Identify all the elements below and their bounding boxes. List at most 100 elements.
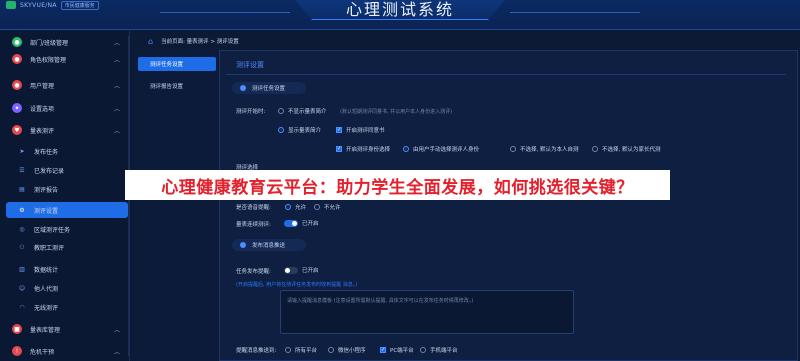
report-icon: ▤ bbox=[19, 185, 25, 193]
radio[interactable] bbox=[285, 204, 291, 210]
app-title: 心理测试系统 bbox=[345, 0, 454, 19]
sidebar-item-scale-lib[interactable]: ■ 量表库管理 ︿ bbox=[6, 321, 128, 337]
tab-task-settings[interactable]: 测评任务设置 bbox=[138, 57, 216, 71]
notify-label: 任务发布提醒: bbox=[236, 269, 271, 275]
channel-pc[interactable]: ✓ PC端平台 bbox=[380, 346, 414, 354]
sidebar-item-dept[interactable]: ● 部门/班级管理 ︿ bbox=[6, 34, 128, 50]
banner-text: 心理健康教育云平台：助力学生全面发展，如何挑选很关键？ bbox=[161, 177, 634, 198]
voice-label: 是否语音提醒: bbox=[236, 205, 271, 211]
logo: SKYVUE/NA 市民健康服务 bbox=[6, 0, 99, 10]
logo-badge: 市民健康服务 bbox=[60, 0, 99, 10]
person-icon: ☺ bbox=[18, 284, 26, 292]
toggle-label: 已开启 bbox=[302, 221, 319, 227]
group-title: 测评任务设置 bbox=[252, 86, 286, 92]
radio[interactable] bbox=[328, 347, 334, 353]
sidebar-subitem-report[interactable]: ▤ 测评报告 bbox=[6, 181, 128, 197]
radio[interactable] bbox=[403, 146, 409, 152]
sidebar-item-label: 他人代测 bbox=[34, 285, 59, 293]
option-label: 不允许 bbox=[324, 205, 341, 211]
identity-parent[interactable]: 不选择, 默认为家长代测 bbox=[592, 145, 661, 153]
sidebar-item-label: 教职工测评 bbox=[34, 244, 65, 252]
identity-self[interactable]: 不选择, 默认为本人自测 bbox=[510, 145, 579, 153]
breadcrumb: ⌂ 当前页面: 量表测评 > 测评设置 bbox=[138, 34, 792, 48]
group-notify: 发布消息推送 bbox=[232, 239, 306, 251]
staff-icon: ⚇ bbox=[19, 243, 25, 251]
option-label: 所有平台 bbox=[295, 348, 318, 354]
toggle-switch[interactable] bbox=[284, 219, 298, 227]
sidebar-item-users[interactable]: ● 用户管理 ︿ bbox=[6, 77, 128, 93]
group-task-settings: 测评任务设置 bbox=[232, 82, 306, 94]
consent-checkbox[interactable]: ✓ 开启测评同意书 bbox=[336, 126, 385, 134]
top-bar: SKYVUE/NA 市民健康服务 心理测试系统 bbox=[0, 0, 800, 30]
sidebar-subitem-staff[interactable]: ⚇ 教职工测评 bbox=[6, 239, 128, 255]
home-icon[interactable]: ⌂ bbox=[148, 37, 153, 46]
sidebar-subitem-records[interactable]: ☰ 已发布记录 bbox=[6, 162, 128, 178]
group-title: 发布消息推送 bbox=[252, 243, 286, 249]
sidebar-subitem-proxy[interactable]: ☺ 他人代测 bbox=[6, 280, 128, 296]
option-label: 微信小程序 bbox=[338, 348, 366, 354]
voice-allow[interactable]: 允许 bbox=[285, 203, 306, 211]
send-icon: ➤ bbox=[19, 147, 25, 155]
globe-icon: ◎ bbox=[19, 225, 25, 233]
sidebar-subitem-eval-settings[interactable]: ⚙ 测评设置 bbox=[6, 202, 128, 218]
logo-mark-icon bbox=[6, 1, 16, 9]
radio[interactable] bbox=[420, 347, 426, 353]
voice-deny[interactable]: 不允许 bbox=[314, 203, 341, 211]
radio[interactable] bbox=[510, 146, 516, 152]
chevron-up-icon: ︿ bbox=[113, 105, 120, 113]
sidebar-subitem-stats[interactable]: ▥ 数据统计 bbox=[6, 261, 128, 277]
heart-icon: ♥ bbox=[12, 125, 22, 135]
sidebar-item-label: 设置选项 bbox=[30, 105, 55, 113]
option-label: 开启测评身份选择 bbox=[346, 147, 391, 153]
start-option-show-intro[interactable]: 显示量表简介 bbox=[278, 126, 321, 134]
radio[interactable] bbox=[592, 146, 598, 152]
sidebar-item-label: 用户管理 bbox=[30, 82, 55, 90]
toggle-switch[interactable] bbox=[284, 266, 298, 274]
sidebar-subitem-region[interactable]: ◎ 区域测评任务 bbox=[6, 221, 128, 237]
alert-icon: ! bbox=[12, 346, 22, 356]
radio[interactable] bbox=[285, 347, 291, 353]
textarea-placeholder: 请输入提醒消息模板 (注意设置所需默认提醒, 具体文字可以在发布任务时候再修改。… bbox=[287, 298, 474, 304]
book-icon: ■ bbox=[12, 324, 22, 334]
notify-note: (开启提醒后, 用户将在测评任务发布时收到提醒 消息。) bbox=[236, 282, 358, 288]
chevron-up-icon: ︿ bbox=[113, 326, 120, 334]
users-icon: ● bbox=[12, 37, 22, 47]
bar-chart-icon: ▥ bbox=[19, 265, 25, 273]
identity-manual[interactable]: 由用户手动选择测评人身份 bbox=[403, 145, 479, 153]
sidebar-item-label: 部门/班级管理 bbox=[30, 39, 69, 47]
check-icon[interactable]: ✓ bbox=[336, 146, 342, 152]
tab-report-settings[interactable]: 测评报告设置 bbox=[138, 79, 216, 93]
list-icon: ☰ bbox=[19, 166, 25, 174]
continuous-toggle[interactable]: 已开启 bbox=[284, 219, 319, 227]
sidebar-item-assessment[interactable]: ♥ 量表测评 ︿ bbox=[6, 122, 128, 138]
message-template-textarea[interactable]: 请输入提醒消息模板 (注意设置所需默认提醒, 具体文字可以在发布任务时候再修改。… bbox=[280, 290, 574, 334]
sidebar-item-label: 测评报告 bbox=[34, 186, 59, 194]
radio[interactable] bbox=[314, 204, 320, 210]
user-icon: ● bbox=[12, 80, 22, 90]
sidebar-item-crisis[interactable]: ! 危机干预 ︿ bbox=[6, 343, 128, 359]
sidebar-item-roles[interactable]: ● 角色权限管理 ︿ bbox=[6, 51, 128, 67]
sidebar-subitem-publish[interactable]: ➤ 发布任务 bbox=[6, 143, 128, 159]
check-icon[interactable]: ✓ bbox=[380, 347, 386, 353]
chevron-up-icon: ︿ bbox=[113, 39, 120, 47]
radio[interactable] bbox=[278, 108, 284, 114]
group-dot-icon bbox=[240, 242, 246, 248]
channel-label: 提醒消息推送到: bbox=[236, 348, 277, 354]
start-label: 测评开始时: bbox=[236, 109, 266, 115]
check-icon[interactable]: ✓ bbox=[336, 127, 342, 133]
identity-checkbox[interactable]: ✓ 开启测评身份选择 bbox=[336, 145, 390, 153]
option-label: 不选择, 默认为家长代测 bbox=[602, 147, 661, 153]
chevron-up-icon: ︿ bbox=[113, 56, 120, 64]
notify-toggle[interactable]: 已开启 bbox=[284, 266, 319, 274]
start-option-no-intro[interactable]: 不显示量表简介 bbox=[278, 107, 327, 115]
chevron-up-icon: ︿ bbox=[113, 127, 120, 135]
section-title: 测评设置 bbox=[236, 61, 264, 69]
sidebar-item-label: 数据统计 bbox=[34, 266, 59, 274]
channel-all[interactable]: 所有平台 bbox=[285, 346, 317, 354]
wifi-icon: ◠ bbox=[19, 303, 25, 311]
channel-wechat[interactable]: 微信小程序 bbox=[328, 346, 366, 354]
sidebar-item-settings[interactable]: ✦ 设置选项 ︿ bbox=[6, 100, 128, 116]
channel-mobile[interactable]: 手机端平台 bbox=[420, 346, 458, 354]
sidebar-subitem-wireless[interactable]: ◠ 无线测评 bbox=[6, 299, 128, 315]
radio[interactable] bbox=[278, 127, 284, 133]
